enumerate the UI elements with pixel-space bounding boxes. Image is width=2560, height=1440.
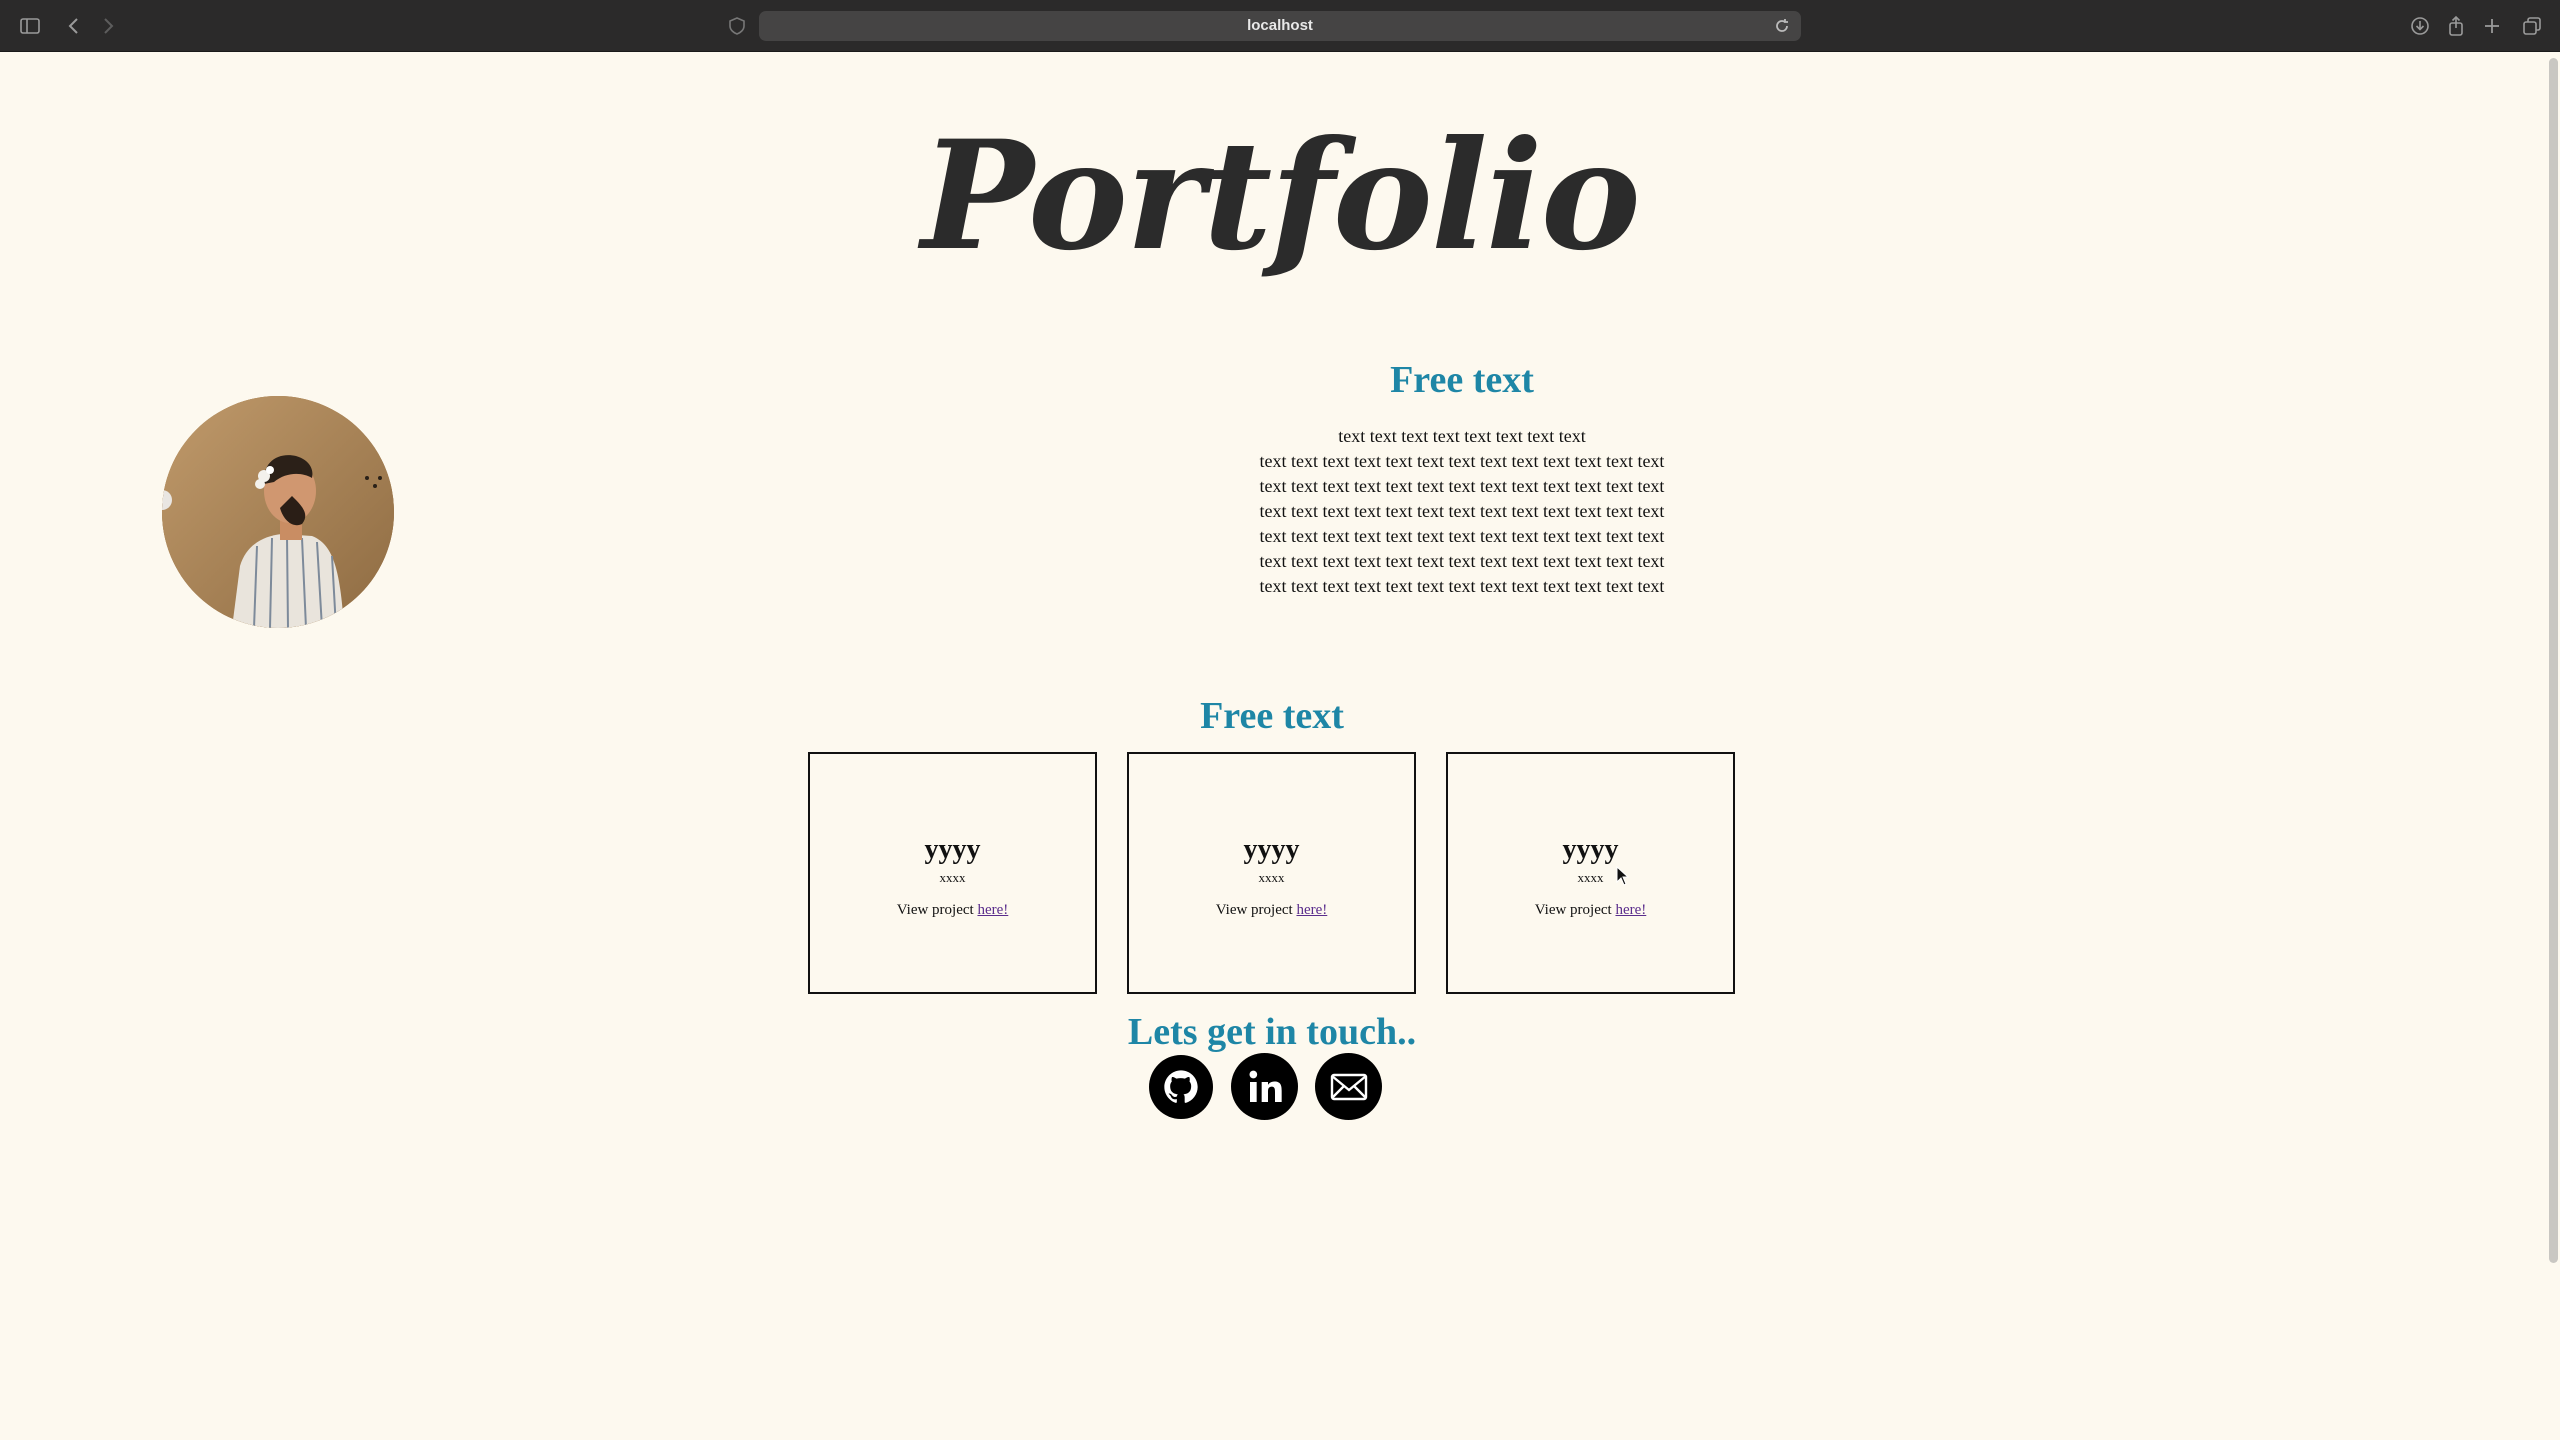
project-card: yyyy xxxx View project here! <box>1127 752 1416 994</box>
project-link-line: View project here! <box>1129 902 1414 919</box>
project-link[interactable]: here! <box>977 902 1008 918</box>
about-heading: Free text <box>1390 359 1534 401</box>
about-line: text text text text text text text text … <box>1259 451 1665 471</box>
project-link[interactable]: here! <box>1296 902 1327 918</box>
project-title: yyyy <box>1243 834 1300 865</box>
project-link-line: View project here! <box>810 902 1095 919</box>
about-line: text text text text text text text text … <box>1259 576 1665 596</box>
project-subtitle: xxxx <box>939 870 966 885</box>
about-line: text text text text text text text text … <box>1259 526 1665 546</box>
project-link-prefix: View project <box>1215 902 1293 918</box>
mouse-cursor-icon <box>1616 866 1630 886</box>
avatar <box>162 396 394 628</box>
email-icon[interactable] <box>1315 1053 1382 1120</box>
share-icon[interactable] <box>2444 14 2468 38</box>
project-title: yyyy <box>924 834 981 865</box>
project-title: yyyy <box>1562 834 1619 865</box>
downloads-icon[interactable] <box>2408 14 2432 38</box>
back-icon[interactable] <box>62 14 86 38</box>
project-link-prefix: View project <box>1534 902 1612 918</box>
project-link[interactable]: here! <box>1615 902 1646 918</box>
about-text: text text text text text text text text … <box>1200 424 1724 599</box>
about-line: text text text text text text text text … <box>1259 551 1665 571</box>
address-bar[interactable]: localhost <box>759 11 1801 41</box>
contact-heading: Lets get in touch.. <box>1127 1011 1417 1053</box>
about-line: text text text text text text text text … <box>1259 501 1665 521</box>
about-line: text text text text text text text text … <box>1259 476 1665 496</box>
projects-heading: Free text <box>1200 695 1344 737</box>
forward-icon[interactable] <box>96 14 120 38</box>
tab-overview-icon[interactable] <box>2520 14 2544 38</box>
privacy-shield-icon[interactable] <box>728 16 746 36</box>
sidebar-toggle-icon[interactable] <box>18 14 42 38</box>
project-card: yyyy xxxx View project here! <box>808 752 1097 994</box>
browser-toolbar: localhost <box>0 0 2560 52</box>
reload-icon[interactable] <box>1773 17 1791 35</box>
address-bar-url[interactable]: localhost <box>759 17 1801 34</box>
page-title: Portfolio <box>921 108 1641 284</box>
project-link-prefix: View project <box>896 902 974 918</box>
project-subtitle: xxxx <box>1258 870 1285 885</box>
project-card: yyyy xxxx View project here! <box>1446 752 1735 994</box>
project-link-line: View project here! <box>1448 902 1733 919</box>
github-icon[interactable] <box>1149 1055 1213 1119</box>
about-line: text text text text text text text text <box>1338 426 1586 446</box>
new-tab-icon[interactable] <box>2480 14 2504 38</box>
linkedin-icon[interactable] <box>1231 1053 1298 1120</box>
project-subtitle: xxxx <box>1577 870 1604 885</box>
